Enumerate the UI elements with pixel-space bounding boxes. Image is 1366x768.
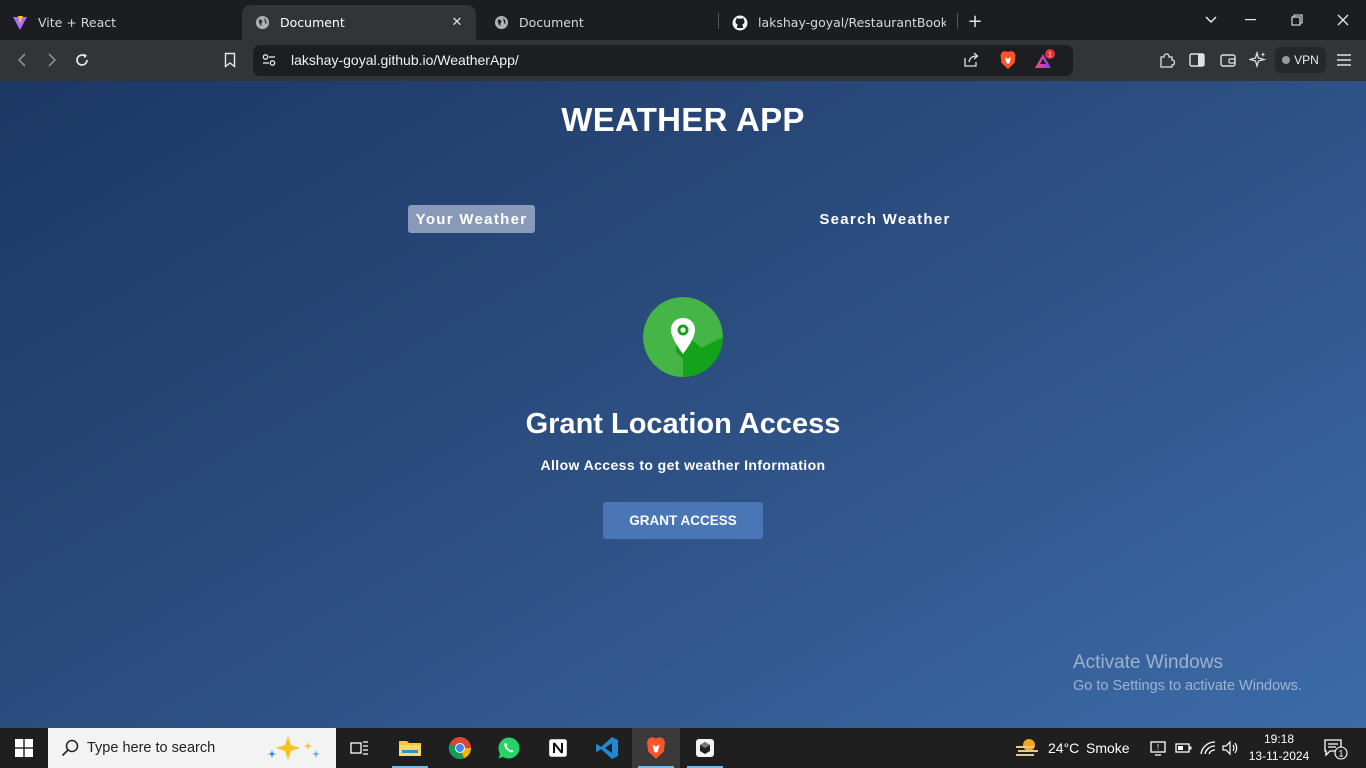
tab-vite-react[interactable]: Vite + React: [0, 5, 232, 40]
github-icon: [732, 15, 748, 31]
tab-github-repo[interactable]: lakshay-goyal/RestaurantBookingSy: [720, 5, 946, 40]
close-tab-icon[interactable]: ✕: [448, 13, 466, 31]
task-view-icon[interactable]: [336, 728, 384, 768]
whatsapp-icon[interactable]: [485, 728, 533, 768]
windows-taskbar: Type here to search 24°C Smoke ! 19:18 1…: [0, 728, 1366, 768]
file-explorer-icon[interactable]: [386, 728, 434, 768]
wallet-icon[interactable]: [1215, 47, 1241, 73]
chrome-icon[interactable]: [436, 728, 484, 768]
tab-label: Vite + React: [38, 15, 117, 30]
tab-label: lakshay-goyal/RestaurantBookingSy: [758, 15, 946, 30]
tab-separator: [718, 13, 719, 29]
brave-shields-icon[interactable]: [999, 50, 1017, 74]
taskbar-search-box[interactable]: Type here to search: [48, 728, 336, 768]
app-title: WEATHER APP: [561, 101, 805, 138]
bookmark-icon[interactable]: [217, 47, 243, 73]
windows-start-icon[interactable]: [0, 728, 48, 768]
weather-description[interactable]: Smoke: [1086, 740, 1130, 756]
globe-icon: [254, 15, 270, 31]
tab-separator: [957, 13, 958, 29]
tab-document[interactable]: Document: [481, 5, 711, 40]
brave-rewards-icon[interactable]: 1: [1033, 49, 1057, 75]
tab-search-weather[interactable]: Search Weather: [812, 205, 958, 233]
browser-toolbar: lakshay-goyal.github.io/WeatherApp/ 1 VP…: [0, 40, 1366, 81]
virtualbox-cube-icon[interactable]: [681, 728, 729, 768]
new-tab-button[interactable]: +: [964, 10, 986, 32]
wifi-icon[interactable]: [1199, 740, 1217, 761]
notification-center-icon[interactable]: 1: [1324, 738, 1348, 765]
volume-icon[interactable]: [1222, 740, 1240, 761]
vscode-icon[interactable]: [583, 728, 631, 768]
forward-arrow-icon[interactable]: [39, 47, 65, 73]
notification-count: 1: [1338, 748, 1343, 758]
search-icon: [61, 739, 79, 757]
search-highlight-sparkle-icon: [264, 734, 326, 767]
location-pin-icon: [643, 297, 723, 377]
browser-tab-strip: Vite + React Document ✕ Document lakshay…: [0, 0, 1366, 40]
reload-icon[interactable]: [69, 47, 95, 73]
share-icon[interactable]: [962, 52, 980, 72]
notion-icon[interactable]: [534, 728, 582, 768]
vpn-label: VPN: [1294, 53, 1319, 67]
clock-date: 13-11-2024: [1248, 749, 1310, 763]
tab-label: Document: [280, 15, 345, 30]
battery-icon[interactable]: [1175, 741, 1193, 760]
system-clock[interactable]: 19:18 13-11-2024: [1244, 731, 1314, 765]
globe-icon: [493, 15, 509, 31]
clock-time: 19:18: [1263, 732, 1295, 746]
watermark-line-2: Go to Settings to activate Windows.: [1073, 678, 1302, 694]
weather-app-page: WEATHER APP Your Weather Search Weather …: [0, 81, 1366, 728]
tab-label: Document: [519, 15, 584, 30]
sidebar-toggle-icon[interactable]: [1184, 47, 1210, 73]
search-placeholder: Type here to search: [87, 740, 216, 756]
close-window-icon[interactable]: [1320, 0, 1366, 40]
tab-document-active[interactable]: Document ✕: [242, 5, 476, 40]
grant-location-heading: Grant Location Access: [525, 408, 841, 440]
device-alert-icon[interactable]: !: [1150, 740, 1168, 761]
vpn-status-dot-icon: [1282, 56, 1291, 64]
watermark-line-1: Activate Windows: [1073, 652, 1223, 673]
address-bar[interactable]: lakshay-goyal.github.io/WeatherApp/ 1: [253, 45, 1073, 76]
restore-window-icon[interactable]: [1274, 0, 1320, 40]
vpn-button[interactable]: VPN: [1275, 47, 1326, 73]
weather-haze-icon[interactable]: [1014, 736, 1040, 765]
url-text[interactable]: lakshay-goyal.github.io/WeatherApp/: [291, 52, 519, 68]
weather-temperature[interactable]: 24°C: [1048, 740, 1079, 756]
site-settings-icon[interactable]: [261, 52, 277, 72]
grant-access-button[interactable]: GRANT ACCESS: [603, 502, 763, 539]
extensions-puzzle-icon[interactable]: [1154, 47, 1180, 73]
back-arrow-icon[interactable]: [9, 47, 35, 73]
tab-your-weather[interactable]: Your Weather: [408, 205, 535, 233]
minimize-window-icon[interactable]: [1228, 0, 1274, 40]
vite-icon: [12, 15, 28, 31]
leo-ai-sparkle-icon[interactable]: [1245, 47, 1271, 73]
svg-text:!: !: [1157, 743, 1159, 752]
menu-hamburger-icon[interactable]: [1331, 47, 1357, 73]
brave-browser-icon[interactable]: [632, 728, 680, 768]
rewards-badge-count: 1: [1048, 52, 1052, 59]
grant-location-subtitle: Allow Access to get weather Information: [540, 457, 826, 473]
activate-windows-watermark: Activate Windows Go to Settings to activ…: [1073, 652, 1302, 694]
